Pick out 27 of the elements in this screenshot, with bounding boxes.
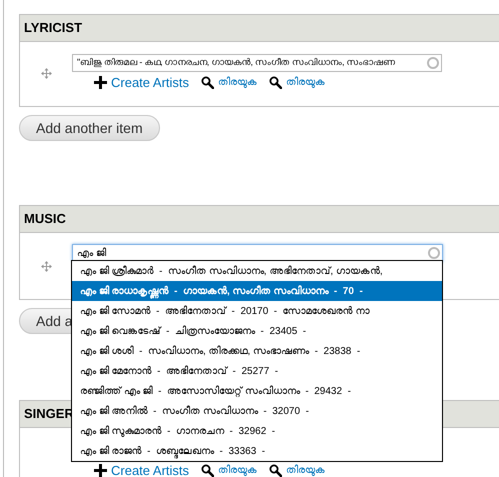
create-link[interactable]: Create Artists [94,464,190,477]
suggestion-item[interactable]: എം ജി ശശി - സംവിധാനം, തിരക്കഥ, സംഭാഷണം - 23838 - [72,341,442,361]
suggestion-item[interactable]: എം ജി രാധാകൃഷ്ണൻ - ഗായകൻ, സംഗീത സംവിധാനം - 70 - [72,281,442,301]
search-icon [201,76,214,89]
plus-icon [94,464,107,477]
search-icon [201,464,214,477]
column-title: LYRICIST [24,19,82,38]
suggestion-item[interactable]: എം ജി അനിൽ - സംഗീത സംവിധാനം - 32070 - [72,401,442,421]
search-link[interactable]: തിരയുക [269,464,326,477]
suggestion-item[interactable]: എം ജി രാജൻ - ശബ്ദലേഖനം - 33363 - [72,441,442,461]
search-link[interactable]: തിരയുക [201,76,258,89]
search-link[interactable]: തിരയുക [201,464,258,477]
search-icon [269,464,282,477]
text-field[interactable]: "ബിജു തിരുമല - കഥ, ഗാനരചന, ഗായകൻ, സംഗീത സംവിധാനം, സംഭാഷണ [72,54,442,72]
suggestion-item[interactable]: എം ജി സുകുമാരൻ - ഗാനരചന - 32962 - [72,421,442,441]
plus-icon [94,76,107,89]
column-title: MUSIC [24,210,66,228]
add-another-item-button[interactable]: Add another item [19,115,160,141]
drag-handle-icon[interactable] [40,261,52,272]
search-icon [269,76,282,89]
throbber-icon [427,57,439,69]
create-link[interactable]: Create Artists [94,76,190,89]
drag-handle-icon[interactable] [40,68,52,79]
suggestion-item[interactable]: എം ജി ശ്രീകുമാർ - സംഗീത സംവിധാനം, അഭിനേതാവ്, ഗായകൻ, [72,261,442,281]
suggestion-item[interactable]: എം ജി മേനോൻ - അഭിനേതാവ് - 25277 - [72,361,442,381]
search-link[interactable]: തിരയുക [269,76,326,89]
suggestion-item[interactable]: രഞ്ജിത്ത് എം ജി - അസോസിയേറ്റ് സംവിധാനം - 29432 - [72,381,442,401]
